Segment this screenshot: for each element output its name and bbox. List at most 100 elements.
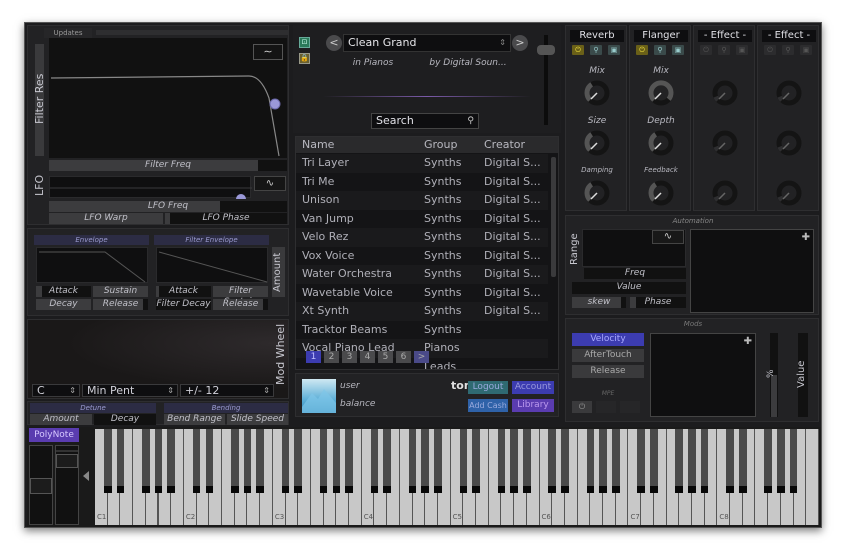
black-key[interactable] bbox=[370, 429, 379, 493]
power-icon[interactable]: ⏻ bbox=[572, 45, 584, 55]
black-key[interactable] bbox=[319, 429, 328, 493]
effect-title[interactable]: Reverb bbox=[570, 30, 624, 42]
mpe-option-3[interactable] bbox=[620, 401, 640, 413]
power-icon[interactable]: ⏻ bbox=[764, 45, 776, 55]
effect-knob[interactable] bbox=[775, 129, 803, 157]
black-key[interactable] bbox=[472, 429, 480, 493]
mpe-option-2[interactable] bbox=[596, 401, 616, 413]
black-key[interactable] bbox=[192, 429, 201, 493]
pitch-bend-wheel[interactable] bbox=[29, 445, 53, 525]
preset-select[interactable]: Clean Grand ⇕ bbox=[343, 34, 511, 52]
effect-knob[interactable] bbox=[583, 179, 611, 207]
logout-button[interactable]: Logout bbox=[468, 381, 508, 394]
key-select[interactable]: C ⇕ bbox=[32, 384, 80, 397]
black-key[interactable] bbox=[700, 429, 709, 493]
slide-speed-slider[interactable]: Slide Speed bbox=[227, 414, 288, 425]
black-key[interactable] bbox=[116, 429, 125, 493]
black-key[interactable] bbox=[726, 429, 734, 493]
settings-icon[interactable]: ▣ bbox=[608, 45, 620, 55]
automation-target-area[interactable]: ✚ bbox=[690, 229, 814, 313]
black-key[interactable] bbox=[599, 429, 607, 493]
fenv-release-slider[interactable]: Release bbox=[213, 299, 268, 310]
black-key[interactable] bbox=[421, 429, 430, 493]
page-button[interactable]: 2 bbox=[324, 351, 339, 363]
env-decay-slider[interactable]: Decay bbox=[36, 299, 91, 310]
power-icon[interactable]: ⏻ bbox=[700, 45, 712, 55]
page-button[interactable]: 3 bbox=[342, 351, 357, 363]
prev-preset-button[interactable]: < bbox=[326, 35, 342, 51]
black-key[interactable] bbox=[256, 429, 264, 493]
automation-skew-slider[interactable]: skew bbox=[572, 297, 626, 308]
lfo-handle[interactable] bbox=[236, 194, 246, 204]
env-release-slider[interactable]: Release bbox=[93, 299, 148, 310]
lfo-freq-slider[interactable]: LFO Freq bbox=[49, 201, 287, 212]
effect-knob[interactable] bbox=[647, 179, 675, 207]
page-button[interactable]: 1 bbox=[306, 351, 321, 363]
sine-wave-icon[interactable]: ∿ bbox=[254, 176, 286, 191]
black-key[interactable] bbox=[103, 429, 112, 493]
column-creator[interactable]: Creator bbox=[484, 137, 525, 153]
volume-slider-thumb[interactable] bbox=[537, 45, 555, 55]
detune-amount-slider[interactable]: Amount bbox=[30, 414, 92, 425]
browser-row[interactable]: Vox Voice Synths Digital S... bbox=[296, 246, 548, 265]
black-key[interactable] bbox=[637, 429, 645, 493]
black-key[interactable] bbox=[688, 429, 696, 493]
search-icon[interactable]: ⚲ bbox=[590, 45, 602, 55]
effect-knob[interactable] bbox=[647, 79, 675, 107]
browser-row[interactable]: Tracktor Beams Synths bbox=[296, 320, 548, 339]
scale-select[interactable]: Min Pent ⇕ bbox=[82, 384, 178, 397]
column-name[interactable]: Name bbox=[302, 137, 334, 153]
lowpass-icon[interactable]: ∼ bbox=[253, 44, 283, 60]
range-select[interactable]: +/- 12 ⇕ bbox=[180, 384, 274, 397]
black-key[interactable] bbox=[434, 429, 442, 493]
search-icon[interactable]: ⚲ bbox=[782, 45, 794, 55]
browser-row[interactable]: Water Orchestra Synths Digital S... bbox=[296, 265, 548, 284]
effect-title[interactable]: Flanger bbox=[634, 30, 688, 42]
mod-source-velocity[interactable]: Velocity bbox=[572, 333, 644, 346]
black-key[interactable] bbox=[167, 429, 175, 493]
lfo-warp-slider[interactable]: LFO Warp bbox=[49, 213, 163, 224]
sine-wave-icon[interactable]: ∿ bbox=[652, 230, 684, 244]
effect-knob[interactable] bbox=[583, 79, 611, 107]
effect-knob[interactable] bbox=[775, 79, 803, 107]
black-key[interactable] bbox=[675, 429, 684, 493]
search-icon[interactable]: ⚲ bbox=[718, 45, 730, 55]
filter-handle[interactable] bbox=[269, 98, 281, 110]
power-icon[interactable]: ⏻ bbox=[636, 45, 648, 55]
effect-knob[interactable] bbox=[711, 79, 739, 107]
black-key[interactable] bbox=[611, 429, 620, 493]
page-button[interactable]: 5 bbox=[378, 351, 393, 363]
black-key[interactable] bbox=[205, 429, 214, 493]
black-key[interactable] bbox=[777, 429, 785, 493]
black-key[interactable] bbox=[738, 429, 747, 493]
settings-icon[interactable]: ▣ bbox=[800, 45, 812, 55]
black-key[interactable] bbox=[764, 429, 772, 493]
save-preset-icon[interactable]: ⊡ bbox=[299, 37, 310, 48]
effect-knob[interactable] bbox=[775, 179, 803, 207]
fenv-attack-slider[interactable]: Attack bbox=[156, 286, 211, 297]
mod-wheel-panel[interactable]: Mod Wheel C ⇕ Min Pent ⇕ +/- 12 ⇕ bbox=[27, 319, 289, 399]
settings-icon[interactable]: ▣ bbox=[736, 45, 748, 55]
white-key[interactable] bbox=[806, 429, 819, 525]
page-button[interactable]: 6 bbox=[396, 351, 411, 363]
effect-knob[interactable] bbox=[583, 129, 611, 157]
black-key[interactable] bbox=[281, 429, 290, 493]
browser-row[interactable]: Van Jump Synths Digital S... bbox=[296, 209, 548, 228]
effect-title[interactable]: - Effect - bbox=[762, 30, 816, 42]
browser-row[interactable]: Unison Synths Digital S... bbox=[296, 191, 548, 210]
add-cash-button[interactable]: Add Cash bbox=[468, 399, 508, 412]
browser-row[interactable]: Tri Me Synths Digital S... bbox=[296, 172, 548, 191]
black-key[interactable] bbox=[345, 429, 353, 493]
next-page-button[interactable]: > bbox=[414, 351, 429, 363]
black-key[interactable] bbox=[408, 429, 417, 493]
plus-icon[interactable]: ✚ bbox=[744, 336, 752, 347]
library-button[interactable]: Library bbox=[512, 399, 554, 412]
lock-icon[interactable]: 🔒 bbox=[299, 53, 310, 64]
mod-source-release[interactable]: Release bbox=[572, 365, 644, 378]
tab-updates[interactable]: Updates bbox=[44, 28, 92, 38]
column-group[interactable]: Group bbox=[424, 137, 458, 153]
mod-wheel-handle[interactable] bbox=[56, 454, 78, 468]
black-key[interactable] bbox=[789, 429, 798, 493]
browser-row[interactable]: Tri Layer Synths Digital S... bbox=[296, 154, 548, 173]
lfo-display[interactable] bbox=[49, 176, 252, 204]
